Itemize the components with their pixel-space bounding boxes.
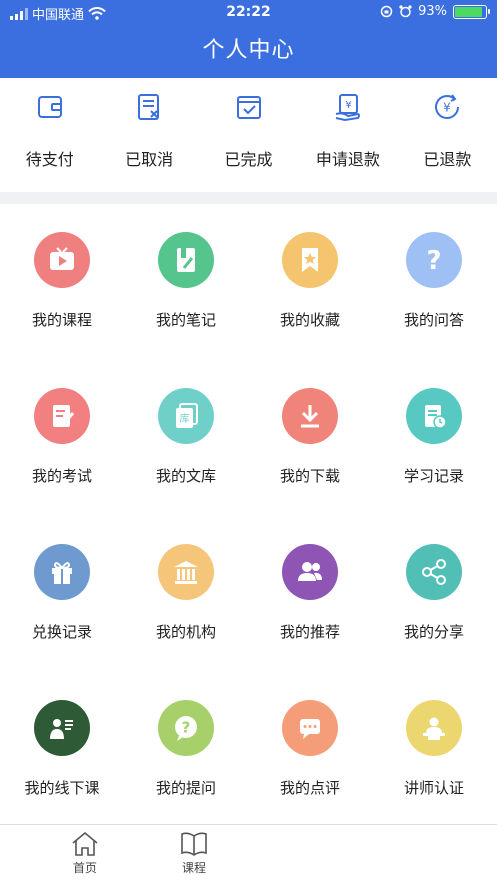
people-icon <box>282 544 338 600</box>
order-label: 申请退款 <box>315 150 380 169</box>
grid-item-label: 我的下载 <box>279 467 340 485</box>
comment-icon <box>282 700 338 756</box>
grid-item-label: 兑换记录 <box>31 623 92 641</box>
book-icon <box>181 832 207 856</box>
grid-item-label: 学习记录 <box>403 467 464 485</box>
grid-item-label: 我的线下课 <box>24 779 100 797</box>
ask-question-icon: ? <box>158 700 214 756</box>
grid-item-offline-course[interactable]: 我的线下课 <box>0 672 124 828</box>
alarm-icon <box>399 5 412 18</box>
svg-text:库: 库 <box>180 412 190 425</box>
order-status-bar: 待支付 已取消 已完成 ¥ 申请退款 ¥ 已退款 <box>0 78 497 192</box>
study-record-icon <box>406 388 462 444</box>
tab-bar: 首页 课程 <box>0 824 497 883</box>
order-refund-request[interactable]: ¥ 申请退款 <box>298 78 397 192</box>
share-icon <box>406 544 462 600</box>
page-title: 个人中心 <box>202 38 295 63</box>
institution-icon <box>158 544 214 600</box>
wallet-icon <box>33 90 67 124</box>
download-icon <box>282 388 338 444</box>
order-label: 已取消 <box>125 150 174 169</box>
tab-courses[interactable]: 课程 <box>164 831 224 876</box>
battery-icon <box>453 4 490 19</box>
tab-home[interactable]: 首页 <box>55 831 115 876</box>
section-divider <box>0 192 497 204</box>
gift-icon <box>34 544 90 600</box>
grid-item-ask[interactable]: ? 我的提问 <box>124 672 248 828</box>
svg-text:¥: ¥ <box>444 101 452 115</box>
grid-item-label: 我的点评 <box>279 779 340 797</box>
tab-label: 课程 <box>181 861 206 875</box>
battery-percent: 93% <box>418 4 447 19</box>
tv-icon <box>34 232 90 288</box>
bookmark-star-icon <box>282 232 338 288</box>
order-label: 待支付 <box>25 150 74 169</box>
check-calendar-icon <box>232 90 266 124</box>
grid-item-label: 我的笔记 <box>155 311 216 329</box>
grid-item-courses[interactable]: 我的课程 <box>0 204 124 360</box>
grid-item-favorites[interactable]: 我的收藏 <box>248 204 372 360</box>
grid-item-share[interactable]: 我的分享 <box>372 516 496 672</box>
header: 中国联通 22:22 93% 个人中心 <box>0 0 497 78</box>
svg-text:?: ? <box>182 719 191 737</box>
grid-item-recommend[interactable]: 我的推荐 <box>248 516 372 672</box>
order-cancelled[interactable]: 已取消 <box>99 78 198 192</box>
grid-item-qa[interactable]: ? 我的问答 <box>372 204 496 360</box>
order-label: 已退款 <box>423 150 472 169</box>
order-completed[interactable]: 已完成 <box>199 78 298 192</box>
grid-item-label: 我的收藏 <box>279 311 340 329</box>
svg-text:¥: ¥ <box>345 100 351 111</box>
grid-item-exams[interactable]: 我的考试 <box>0 360 124 516</box>
cancel-doc-icon <box>132 90 166 124</box>
teacher-board-icon <box>34 700 90 756</box>
grid-item-label: 我的考试 <box>31 467 92 485</box>
tab-label: 首页 <box>72 861 97 875</box>
order-label: 已完成 <box>224 150 273 169</box>
grid-item-lecturer-cert[interactable]: 讲师认证 <box>372 672 496 828</box>
grid-item-label: 我的课程 <box>31 311 92 329</box>
svg-text:?: ? <box>426 246 441 275</box>
grid-item-downloads[interactable]: 我的下载 <box>248 360 372 516</box>
grid-item-label: 我的分享 <box>403 623 464 641</box>
orientation-lock-icon <box>380 5 393 18</box>
grid-item-label: 我的文库 <box>155 467 216 485</box>
order-refunded[interactable]: ¥ 已退款 <box>398 78 497 192</box>
refunded-icon: ¥ <box>430 90 464 124</box>
refund-request-icon: ¥ <box>331 90 365 124</box>
home-icon <box>72 831 98 856</box>
order-pending-payment[interactable]: 待支付 <box>0 78 99 192</box>
grid-item-library[interactable]: 库 我的文库 <box>124 360 248 516</box>
grid-item-notes[interactable]: 我的笔记 <box>124 204 248 360</box>
grid-item-reviews[interactable]: 我的点评 <box>248 672 372 828</box>
grid-item-institution[interactable]: 我的机构 <box>124 516 248 672</box>
grid-item-label: 我的机构 <box>155 623 216 641</box>
grid-item-label: 讲师认证 <box>403 779 464 797</box>
library-icon: 库 <box>158 388 214 444</box>
notebook-icon <box>158 232 214 288</box>
question-icon: ? <box>406 232 462 288</box>
grid-item-label: 我的提问 <box>155 779 216 797</box>
grid-item-label: 我的问答 <box>403 311 464 329</box>
status-bar: 中国联通 22:22 93% <box>0 0 497 26</box>
lecturer-icon <box>406 700 462 756</box>
feature-grid: 我的课程 我的笔记 我的收藏 ? 我的问答 我的考试 库 我的文库 我的下载 学… <box>0 204 497 824</box>
grid-item-study-record[interactable]: 学习记录 <box>372 360 496 516</box>
grid-item-label: 我的推荐 <box>279 623 340 641</box>
exam-icon <box>34 388 90 444</box>
grid-item-redeem-record[interactable]: 兑换记录 <box>0 516 124 672</box>
